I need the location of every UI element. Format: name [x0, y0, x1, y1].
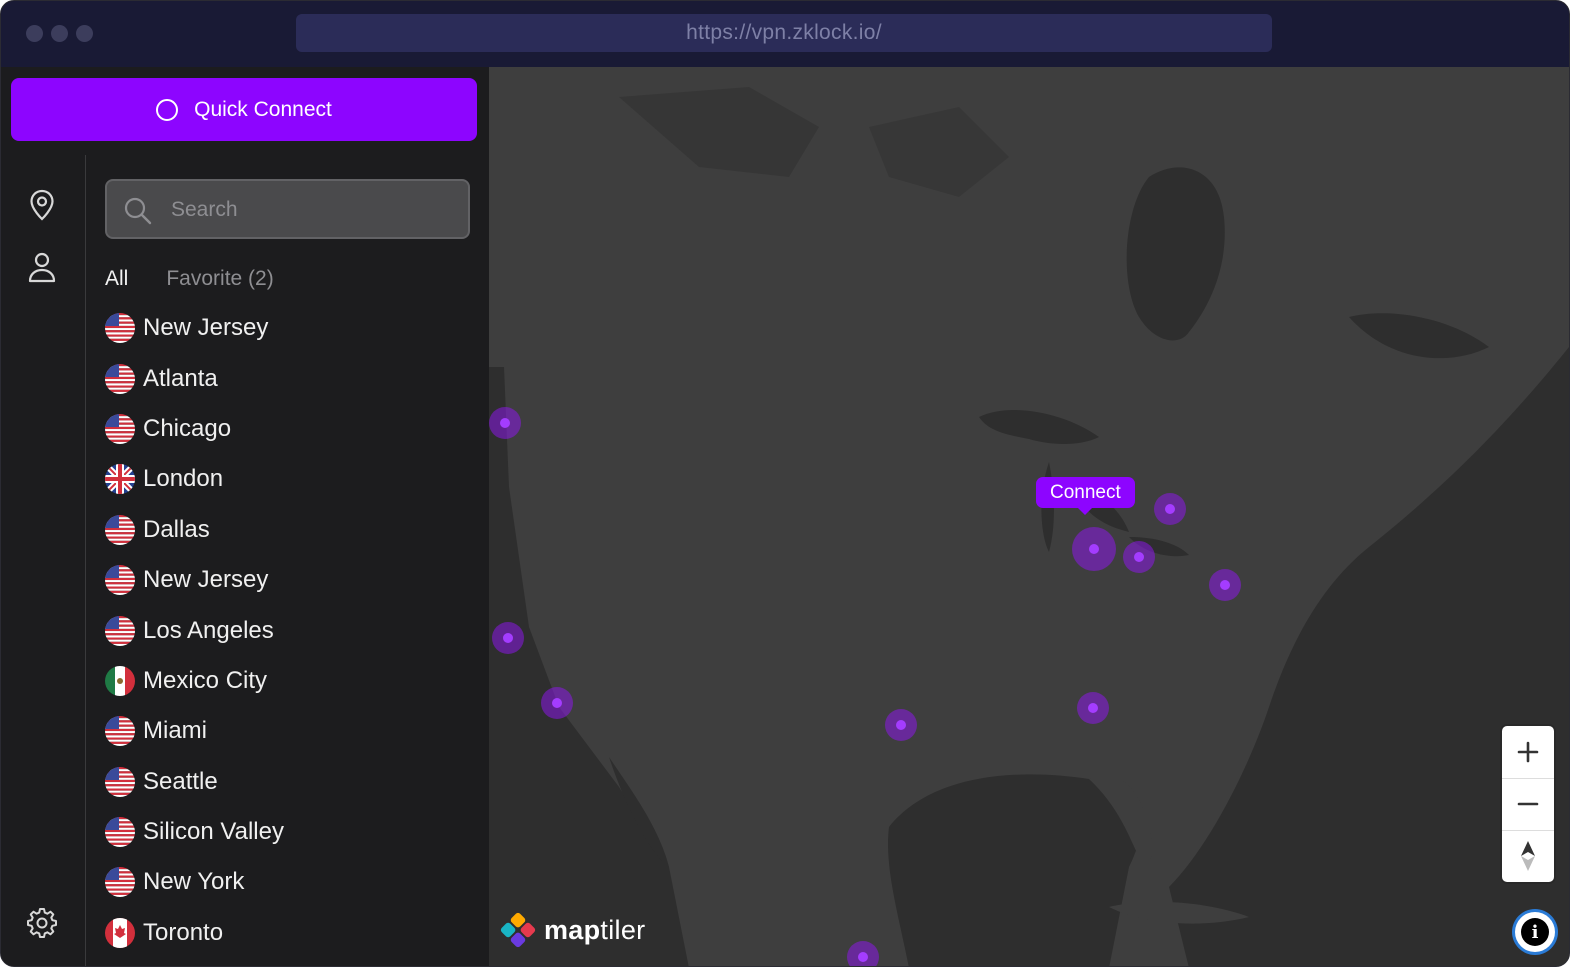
location-name: Los Angeles	[143, 616, 274, 644]
location-name: Silicon Valley	[143, 818, 284, 846]
zoom-in-button[interactable]	[1502, 726, 1554, 778]
tab-favorite[interactable]: Favorite (2)	[166, 267, 273, 291]
location-tabs: All Favorite (2)	[105, 267, 274, 291]
location-pin-icon[interactable]	[24, 187, 60, 223]
search-input[interactable]	[169, 191, 453, 229]
flag-us-icon	[105, 716, 135, 747]
location-item[interactable]: New Jersey	[105, 555, 465, 605]
location-name: Atlanta	[143, 364, 218, 392]
location-item[interactable]: Dallas	[105, 505, 465, 555]
map-canvas	[489, 87, 1569, 966]
window-close-button[interactable]	[26, 25, 43, 42]
location-name: New Jersey	[143, 566, 269, 594]
location-item[interactable]: New York	[105, 857, 465, 907]
info-icon: i	[1521, 918, 1549, 946]
search-icon	[124, 197, 152, 225]
flag-us-icon	[105, 514, 135, 545]
flag-us-icon	[105, 565, 135, 596]
location-name: Dallas	[143, 515, 210, 543]
server-pin[interactable]	[1209, 569, 1241, 601]
compass-button[interactable]	[1502, 830, 1554, 882]
server-pin[interactable]	[492, 622, 524, 654]
tab-all[interactable]: All	[105, 267, 128, 291]
server-pin[interactable]	[1123, 541, 1155, 573]
info-button[interactable]: i	[1515, 912, 1555, 952]
map-view[interactable]: Connect maptiler i	[489, 67, 1569, 966]
zoom-out-icon	[1517, 802, 1539, 806]
location-name: Miami	[143, 717, 207, 745]
browser-titlebar: https://vpn.zklock.io/	[1, 1, 1569, 67]
flag-us-icon	[105, 313, 135, 344]
window-maximize-button[interactable]	[76, 25, 93, 42]
app-window: https://vpn.zklock.io/ Quick Connect Sea…	[0, 0, 1570, 967]
server-pin[interactable]	[847, 941, 879, 966]
server-pin[interactable]	[1077, 692, 1109, 724]
location-item[interactable]: Seattle	[105, 757, 465, 807]
flag-gb-icon	[105, 464, 135, 495]
location-name: London	[143, 465, 224, 493]
flag-us-icon	[105, 817, 135, 848]
server-pin-selected[interactable]	[1072, 527, 1116, 571]
zoom-out-button[interactable]	[1502, 778, 1554, 830]
user-icon[interactable]	[24, 249, 60, 285]
compass-icon	[1521, 841, 1535, 871]
flag-ca-icon	[105, 917, 135, 948]
location-name: Chicago	[143, 414, 232, 442]
power-ring-icon	[156, 98, 179, 121]
server-pin[interactable]	[541, 687, 573, 719]
flag-us-icon	[105, 413, 135, 444]
map-zoom-controls	[1502, 726, 1554, 882]
location-item[interactable]: New Jersey	[105, 303, 465, 353]
flag-us-icon	[105, 615, 135, 646]
location-name: Toronto	[143, 918, 224, 946]
flag-mx-icon	[105, 665, 135, 696]
zoom-in-icon	[1517, 741, 1539, 763]
location-item[interactable]: Toronto	[105, 908, 465, 958]
quick-connect-label: Quick Connect	[194, 97, 332, 121]
location-item[interactable]: Mexico City	[105, 656, 465, 706]
location-name: Mexico City	[143, 666, 268, 694]
flag-us-icon	[105, 867, 135, 898]
location-name: Seattle	[143, 767, 218, 795]
location-item[interactable]: Silicon Valley	[105, 807, 465, 857]
location-item[interactable]: Los Angeles	[105, 605, 465, 655]
connect-tooltip[interactable]: Connect	[1036, 477, 1135, 515]
search-field[interactable]	[105, 179, 470, 239]
server-pin[interactable]	[1154, 493, 1186, 525]
location-item[interactable]: London	[105, 454, 465, 504]
location-name: New Jersey	[143, 314, 269, 342]
location-item[interactable]: Chicago	[105, 404, 465, 454]
quick-connect-button[interactable]: Quick Connect	[11, 78, 477, 141]
location-item[interactable]: Atlanta	[105, 353, 465, 403]
sidebar: Quick Connect Search All Favorite (2) Ne…	[1, 67, 489, 966]
maptiler-logo-icon	[500, 912, 536, 948]
location-name: New York	[143, 868, 245, 896]
flag-us-icon	[105, 766, 135, 797]
rail-divider	[85, 155, 86, 966]
flag-us-icon	[105, 363, 135, 394]
server-pin[interactable]	[885, 709, 917, 741]
server-pin[interactable]	[489, 407, 521, 439]
location-list: New Jersey Atlanta Chicago London Dallas New …	[105, 303, 465, 958]
gear-icon[interactable]	[24, 905, 60, 941]
maptiler-wordmark: maptiler	[544, 914, 646, 945]
location-item[interactable]: Miami	[105, 706, 465, 756]
address-bar[interactable]: https://vpn.zklock.io/	[296, 14, 1272, 52]
maptiler-logo[interactable]: maptiler	[500, 912, 645, 948]
window-minimize-button[interactable]	[51, 25, 68, 42]
